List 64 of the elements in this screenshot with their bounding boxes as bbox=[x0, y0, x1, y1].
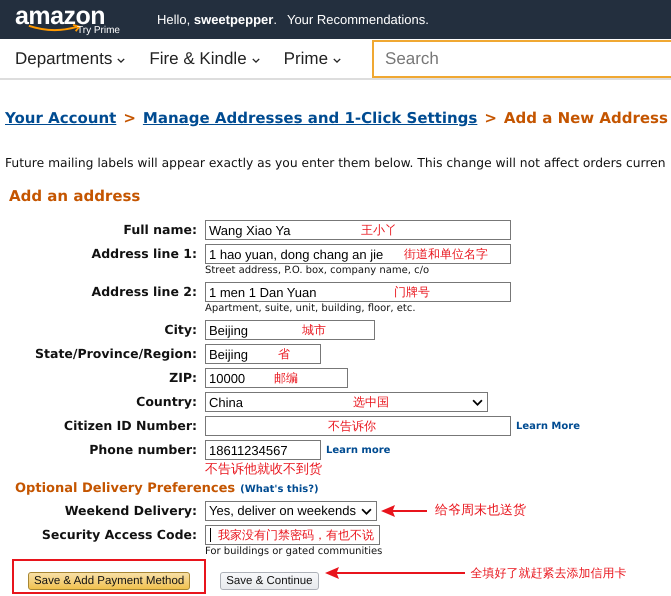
field-label: Full name: bbox=[122, 221, 197, 240]
annotation-text: 门牌号 bbox=[394, 284, 430, 302]
search-field[interactable]: Search bbox=[372, 40, 671, 78]
hint-text: Street address, P.O. box, company name, c/o bbox=[205, 264, 430, 278]
annotation-text: 街道和单位名字 bbox=[404, 246, 488, 264]
caret-icon bbox=[252, 58, 260, 62]
nav-menu[interactable]: Fire & Kindle bbox=[149, 46, 260, 72]
input-field[interactable]: 18611234567 bbox=[205, 440, 321, 460]
annotation-text: 我家没有门禁密码，有也不说 bbox=[218, 526, 374, 544]
field-label: Security Access Code: bbox=[40, 526, 197, 544]
nav-menu[interactable]: Prime bbox=[284, 46, 342, 72]
caret-icon bbox=[333, 58, 342, 62]
input-field[interactable]: 10000 邮编 bbox=[205, 368, 348, 388]
dropdown[interactable]: Yes, deliver on weekends bbox=[205, 500, 377, 521]
breadcrumb-link[interactable]: Your Account bbox=[5, 107, 116, 130]
field-label: Citizen ID Number: bbox=[62, 417, 197, 436]
learn-more-link[interactable]: Learn more bbox=[326, 442, 390, 458]
hint-text: Apartment, suite, unit, building, floor, etc. bbox=[205, 302, 417, 316]
annotation-text: 邮编 bbox=[274, 370, 298, 388]
input-field[interactable]: 不告诉你 bbox=[205, 416, 511, 436]
field-label: Weekend Delivery: bbox=[64, 502, 197, 520]
annotation-text: 不告诉他就收不到货 bbox=[205, 461, 323, 480]
input-field[interactable]: 1 men 1 Dan Yuan 门牌号 bbox=[205, 282, 511, 302]
nav-menu[interactable]: Departments bbox=[15, 46, 126, 72]
section-title: Optional Delivery Preferences bbox=[15, 480, 236, 498]
hint-text: For buildings or gated communities bbox=[205, 544, 382, 559]
caret-icon bbox=[117, 58, 126, 62]
save-button[interactable]: Save & Add Payment Method bbox=[28, 572, 190, 590]
amazon-logo[interactable]: amazon Try Prime bbox=[15, 4, 121, 38]
annotation-text: 不告诉你 bbox=[328, 418, 376, 436]
notice-text: Future mailing labels will appear exactly as you enter them below. This change will not affect orders curren bbox=[4, 154, 666, 172]
breadcrumb-current: Add a New Address bbox=[504, 108, 668, 129]
arrow-icon bbox=[324, 567, 465, 580]
greeting-text: Hello, sweetpepper. bbox=[157, 10, 277, 29]
annotation-text: 省 bbox=[278, 346, 290, 364]
field-label: Country: bbox=[135, 393, 197, 412]
input-field[interactable]: 1 hao yuan, dong chang an jie 街道和单位名字 bbox=[205, 244, 511, 264]
breadcrumb-link[interactable]: Manage Addresses and 1-Click Settings bbox=[142, 107, 478, 130]
breadcrumb-separator: > bbox=[123, 108, 136, 129]
annotation-text: 王小丫 bbox=[361, 222, 397, 240]
annotation-text: 选中国 bbox=[353, 394, 389, 412]
help-link[interactable]: (What's this?) bbox=[240, 482, 319, 498]
input-field[interactable]: Beijing 省 bbox=[205, 344, 321, 364]
annotation-text: 全填好了就赶紧去添加信用卡 bbox=[470, 565, 627, 582]
recommendations-link[interactable]: Your Recommendations. bbox=[286, 10, 429, 30]
caret-icon bbox=[361, 508, 372, 515]
save-button[interactable]: Save & Continue bbox=[220, 572, 319, 590]
learn-more-link[interactable]: Learn More bbox=[516, 418, 580, 434]
field-label: State/Province/Region: bbox=[34, 345, 197, 364]
field-label: Address line 1: bbox=[90, 245, 197, 264]
caret-icon bbox=[472, 399, 483, 406]
section-title: Add an address bbox=[8, 186, 140, 207]
input-field[interactable]: Beijing 城市 bbox=[205, 320, 375, 340]
field-label: Phone number: bbox=[88, 441, 197, 460]
field-label: Address line 2: bbox=[90, 283, 197, 302]
arrow-icon bbox=[381, 504, 427, 517]
annotation-text: 给爷周末也送货 bbox=[435, 502, 526, 520]
breadcrumb-separator: > bbox=[484, 108, 497, 129]
input-field[interactable]: 我家没有门禁密码，有也不说 bbox=[205, 524, 380, 545]
annotation-text: 城市 bbox=[302, 322, 326, 340]
field-label: ZIP: bbox=[168, 369, 197, 388]
dropdown[interactable]: China 选中国 bbox=[205, 392, 488, 412]
input-field[interactable]: Wang Xiao Ya 王小丫 bbox=[205, 220, 511, 240]
field-label: City: bbox=[163, 321, 197, 340]
